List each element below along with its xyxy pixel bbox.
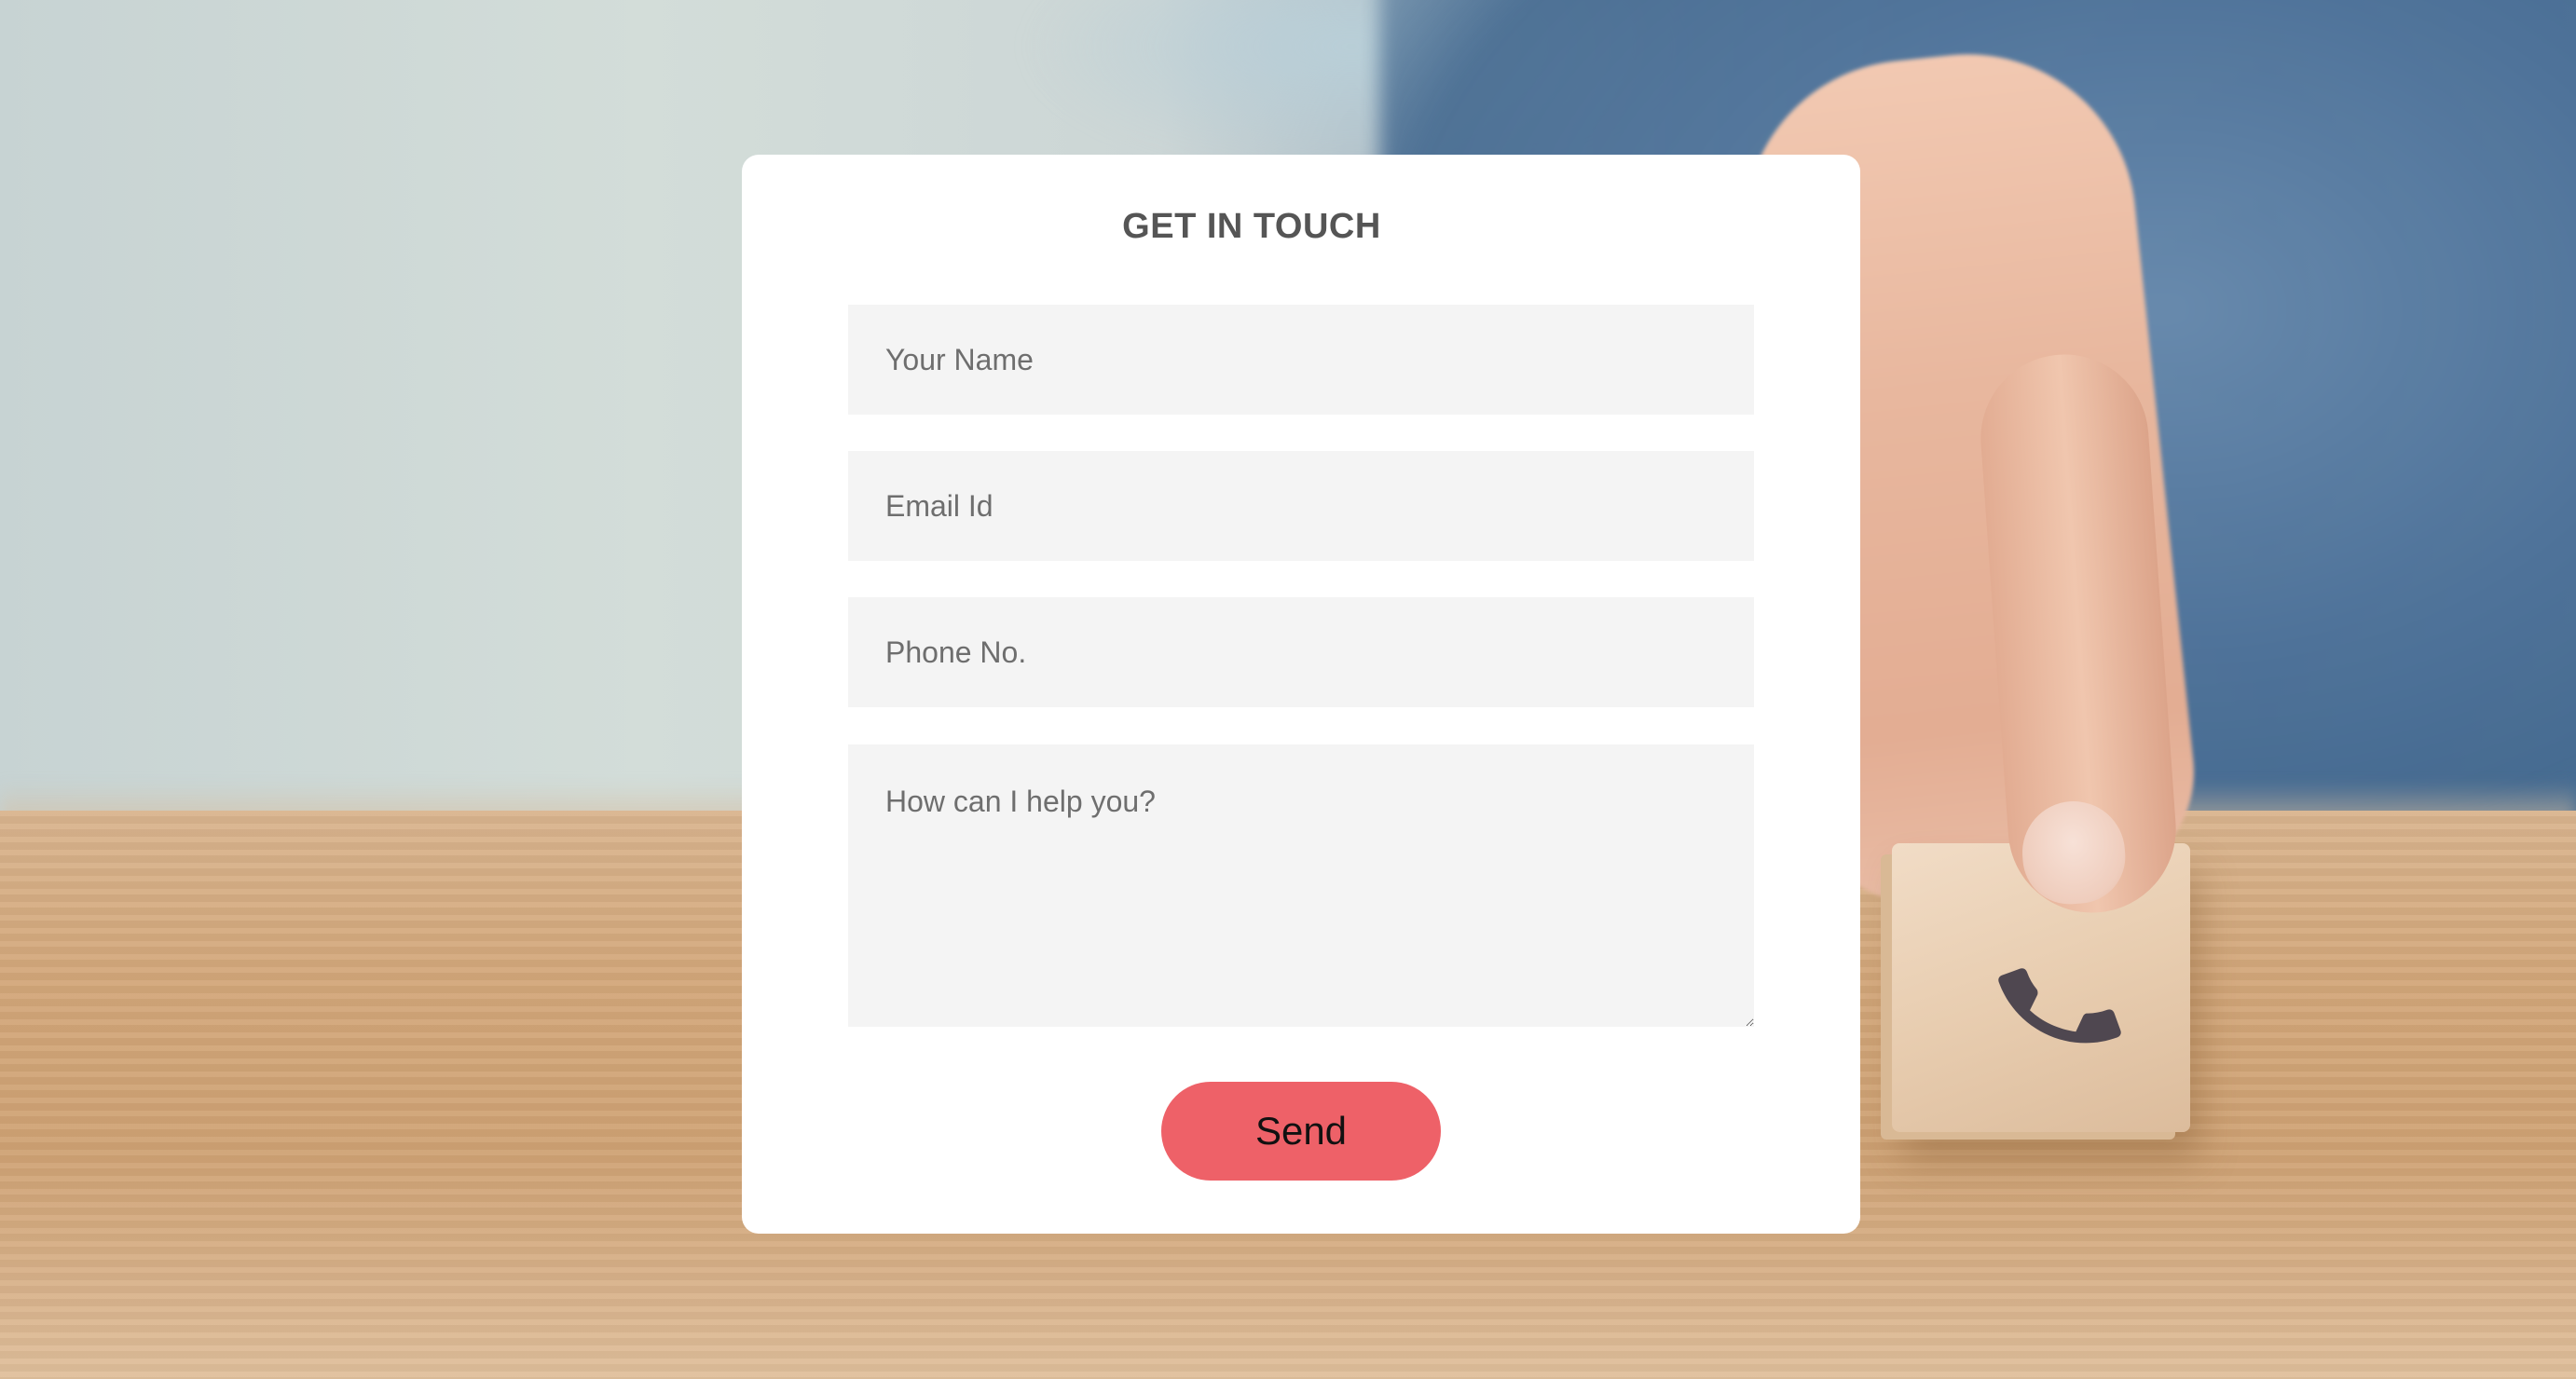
phone-icon [1998, 968, 2121, 1044]
send-button[interactable]: Send [1161, 1082, 1441, 1181]
name-input[interactable] [848, 305, 1754, 415]
contact-form-card: GET IN TOUCH Send [742, 155, 1860, 1234]
message-textarea[interactable] [848, 744, 1754, 1027]
email-input[interactable] [848, 451, 1754, 561]
page: GET IN TOUCH Send [0, 0, 2576, 1379]
form-title: GET IN TOUCH [1122, 207, 1381, 246]
phone-input[interactable] [848, 597, 1754, 707]
